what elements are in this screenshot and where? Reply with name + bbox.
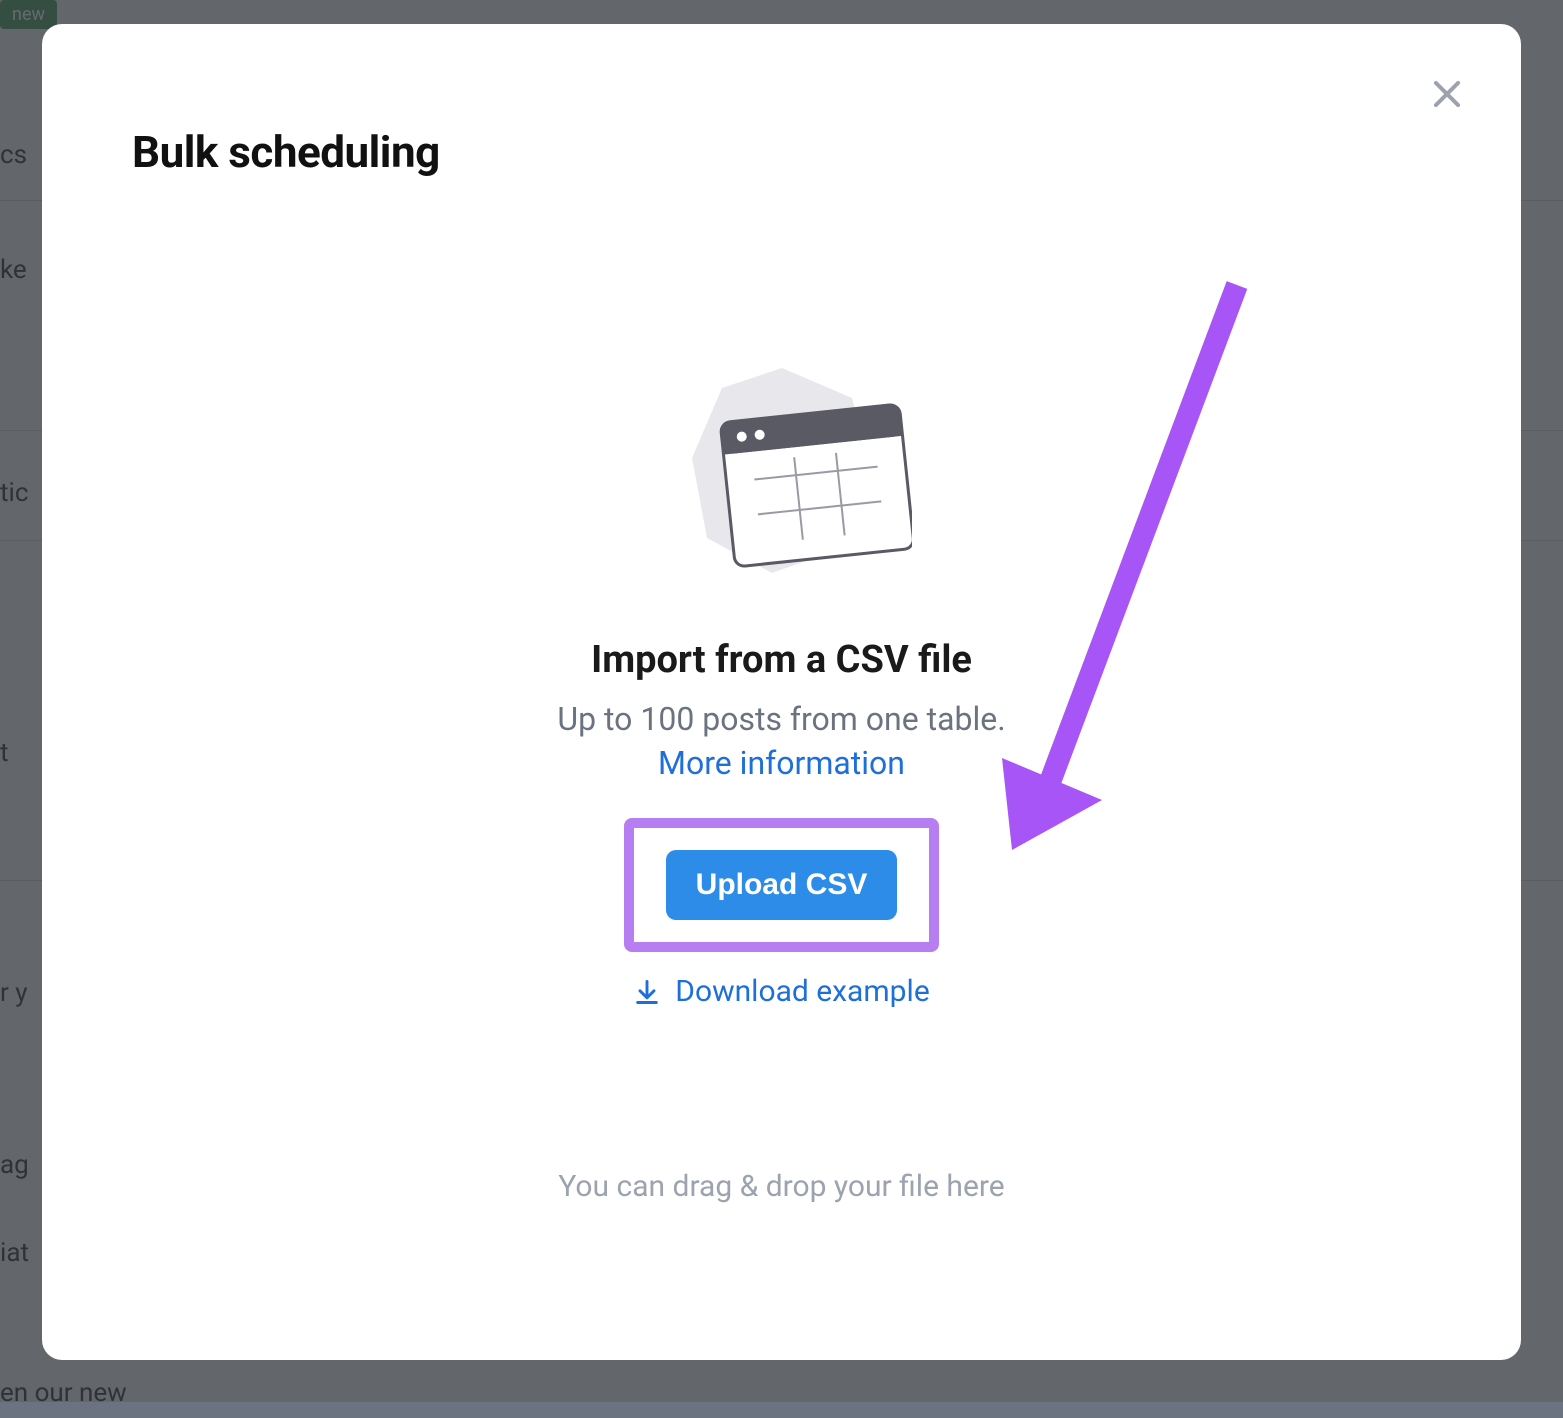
download-example-label: Download example	[675, 974, 929, 1009]
modal-body: Import from a CSV file Up to 100 posts f…	[102, 358, 1461, 1204]
download-example-link[interactable]: Download example	[633, 974, 929, 1009]
upload-csv-button[interactable]: Upload CSV	[666, 850, 898, 920]
import-heading: Import from a CSV file	[591, 638, 972, 682]
more-information-link[interactable]: More information	[658, 744, 905, 782]
bulk-scheduling-modal: Bulk scheduling Import from a CSV file	[42, 24, 1521, 1360]
close-icon	[1428, 75, 1466, 113]
drag-drop-hint: You can drag & drop your file here	[558, 1169, 1004, 1204]
import-subtext: Up to 100 posts from one table.	[557, 700, 1005, 738]
modal-title: Bulk scheduling	[132, 126, 1461, 178]
csv-illustration	[652, 358, 912, 588]
highlight-annotation: Upload CSV	[624, 818, 940, 952]
download-icon	[633, 978, 661, 1006]
close-button[interactable]	[1423, 70, 1471, 118]
